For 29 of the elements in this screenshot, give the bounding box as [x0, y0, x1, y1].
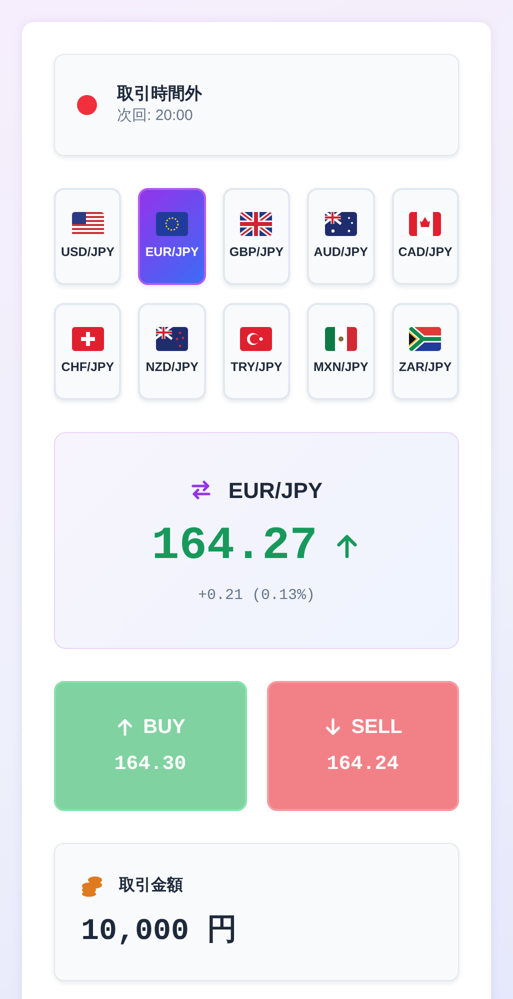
flag-icon — [324, 211, 358, 238]
current-price: 164.27 — [152, 522, 318, 569]
currency-pair-tab[interactable]: EUR/JPY — [138, 188, 206, 285]
currency-pair-tab[interactable]: ZAR/JPY — [392, 303, 459, 400]
flag-icon — [155, 326, 190, 352]
currency-pair-tab[interactable]: CHF/JPY — [54, 303, 122, 400]
flag-icon — [70, 211, 105, 238]
currency-pair-tab[interactable]: GBP/JPY — [222, 188, 290, 285]
coins-icon — [81, 875, 103, 897]
swap-icon — [190, 480, 212, 500]
currency-pair-tab[interactable]: USD/JPY — [54, 188, 122, 285]
currency-pair-tab[interactable]: AUD/JPY — [307, 188, 375, 285]
pair-title: EUR/JPY — [228, 476, 323, 505]
flag-icon — [239, 326, 274, 352]
amount-value: 10,000 円 — [81, 914, 238, 950]
flag-icon — [155, 211, 190, 238]
flag-icon — [70, 326, 105, 352]
status-title: 取引時間外 — [117, 82, 202, 105]
flag-icon — [239, 211, 274, 238]
currency-pair-tab[interactable]: CAD/JPY — [392, 188, 459, 285]
flag-icon — [408, 326, 442, 352]
price-change: +0.21 (0.13%) — [198, 586, 316, 606]
amount-label: 取引金額 — [119, 875, 183, 896]
flag-icon — [408, 211, 442, 238]
flag-icon — [324, 326, 358, 352]
next-session-time: 次回: 20:00 — [117, 106, 194, 126]
currency-pair-tab[interactable]: MXN/JPY — [307, 303, 375, 400]
currency-pair-tab[interactable]: NZD/JPY — [138, 303, 206, 400]
currency-pair-tab[interactable]: TRY/JPY — [222, 303, 290, 400]
